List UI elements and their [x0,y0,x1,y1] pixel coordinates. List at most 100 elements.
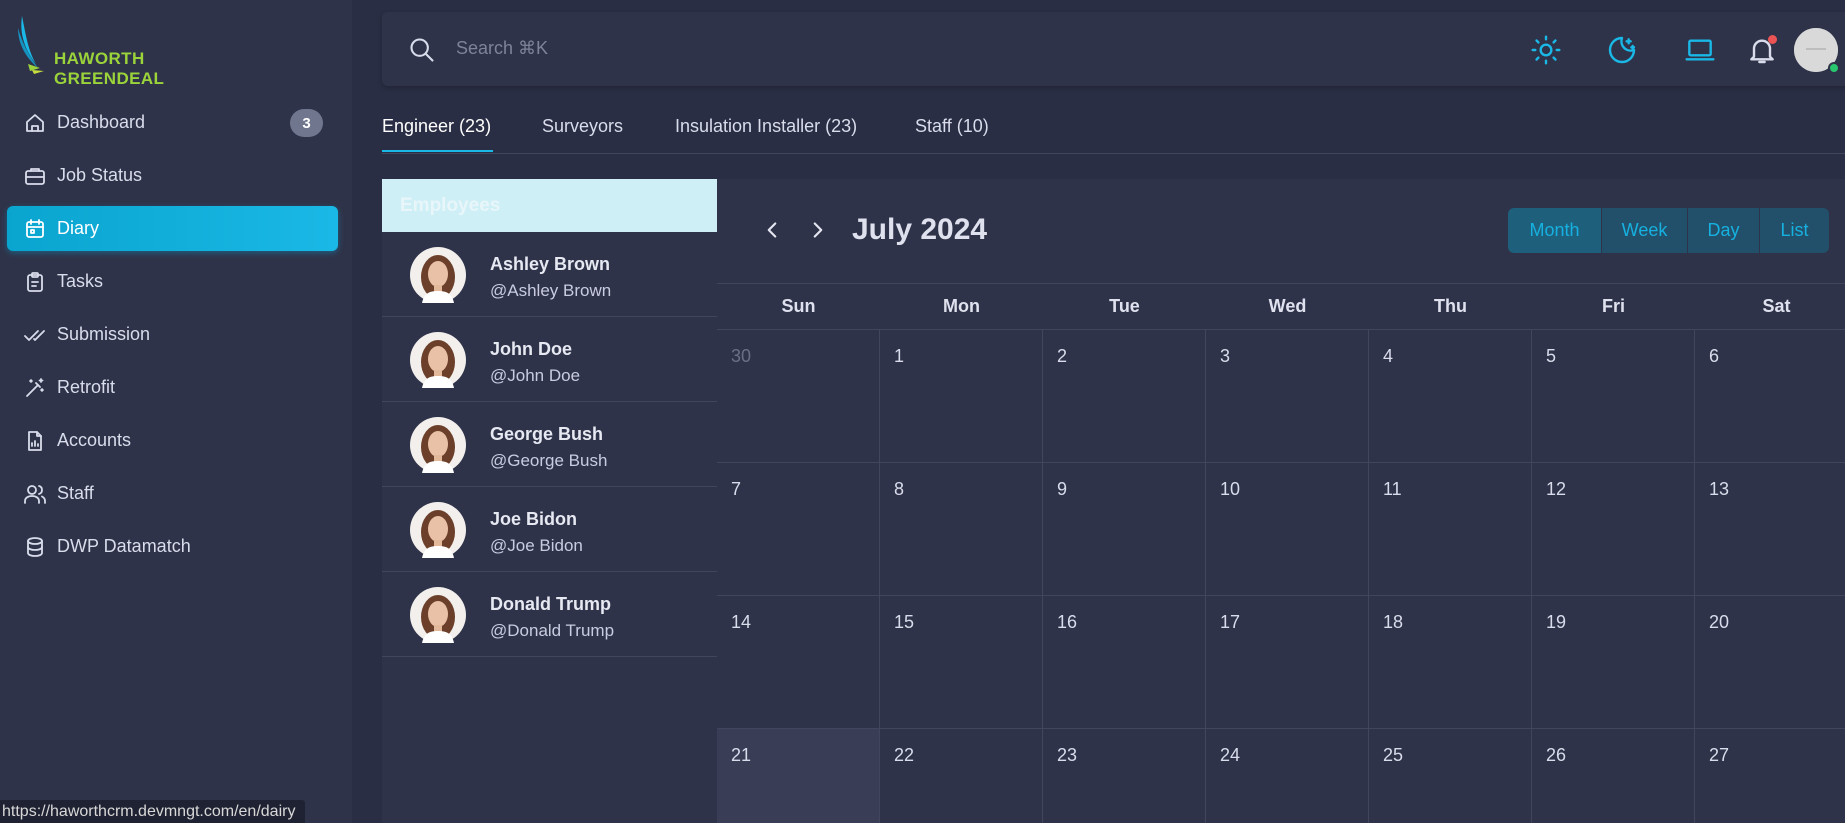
day-number: 20 [1709,612,1730,632]
employee-handle: @John Doe [490,366,581,385]
calendar-day-cell[interactable]: 1 [880,330,1043,463]
search-input[interactable] [456,30,956,66]
employees-header: Employees [382,179,717,232]
sidebar-item-label: DWP Datamatch [57,536,191,556]
employee-list-item[interactable]: John Doe @John Doe [382,317,717,402]
topbar [382,12,1845,86]
day-number: 21 [731,745,752,765]
sidebar-item-label: Submission [57,324,151,344]
employee-name: Donald Trump [490,594,611,614]
sidebar: HAWORTH GREENDEAL Dashboard 3 Job Status… [0,0,352,823]
sidebar-item-dwp-datamatch[interactable]: DWP Datamatch [7,524,338,569]
employee-list-item[interactable]: Ashley Brown @Ashley Brown [382,232,717,317]
day-of-week-label: Mon [943,296,980,316]
day-of-week-label: Thu [1434,296,1467,316]
tab-staff[interactable]: Staff (10) [915,116,989,154]
sidebar-item-label: Staff [57,483,94,503]
sidebar-item-submission[interactable]: Submission [7,312,338,357]
brand-logo[interactable]: HAWORTH GREENDEAL [18,16,258,88]
calendar-title: July 2024 [852,213,988,246]
calendar-day-cell[interactable]: 5 [1532,330,1695,463]
day-number: 22 [894,745,915,765]
day-number: 17 [1220,612,1241,632]
calendar-day-cell[interactable]: 7 [717,463,880,596]
calendar-day-cell[interactable]: 2 [1043,330,1206,463]
employee-handle: @George Bush [490,451,608,470]
sidebar-item-accounts[interactable]: Accounts [7,418,338,463]
employee-name: John Doe [490,339,573,359]
calendar-day-cell[interactable]: 26 [1532,729,1695,823]
day-number: 10 [1220,479,1241,499]
day-number: 6 [1709,346,1720,366]
day-of-week-label: Sun [781,296,816,316]
employee-avatar [410,332,466,388]
calendar-day-cell[interactable]: 10 [1206,463,1369,596]
view-week-button[interactable]: Week [1602,208,1688,253]
day-number: 4 [1383,346,1394,366]
day-of-week-label: Tue [1109,296,1140,316]
calendar-day-cell[interactable]: 16 [1043,596,1206,729]
calendar-day-cell[interactable]: 20 [1695,596,1845,729]
calendar-day-cell[interactable]: 13 [1695,463,1845,596]
calendar-day-cell[interactable]: 8 [880,463,1043,596]
calendar-day-cell[interactable]: 3 [1206,330,1369,463]
calendar-day-cell-today[interactable]: 21 [717,729,880,823]
sidebar-item-staff[interactable]: Staff [7,471,338,516]
day-number: 2 [1057,346,1068,366]
employee-list-item[interactable]: Joe Bidon @Joe Bidon [382,487,717,572]
employee-list-item[interactable]: Donald Trump @Donald Trump [382,572,717,657]
day-of-week-label: Fri [1601,296,1625,316]
day-number: 9 [1057,479,1068,499]
calendar-day-cell[interactable]: 19 [1532,596,1695,729]
chevron-left-icon[interactable] [759,217,785,243]
sidebar-item-tasks[interactable]: Tasks [7,259,338,304]
calendar-day-cell[interactable]: 17 [1206,596,1369,729]
calendar-day-cell[interactable]: 6 [1695,330,1845,463]
view-month-button[interactable]: Month [1508,208,1602,253]
calendar-day-cell[interactable]: 30 [717,330,880,463]
clipboard-icon [27,271,43,292]
calendar-day-cell[interactable]: 12 [1532,463,1695,596]
calendar-day-cell[interactable]: 22 [880,729,1043,823]
employee-list-item[interactable]: George Bush @George Bush [382,402,717,487]
day-of-week-label: Wed [1268,296,1307,316]
notification-dot [1768,35,1777,44]
calendar-day-cell[interactable]: 11 [1369,463,1532,596]
calendar-day-cell[interactable]: 15 [880,596,1043,729]
tab-surveyors[interactable]: Surveyors [542,116,623,154]
report-icon [28,430,42,451]
calendar-day-cell[interactable]: 14 [717,596,880,729]
notification-count-badge: 3 [290,109,323,137]
online-status-dot [1828,62,1840,74]
view-day-button[interactable]: Day [1688,208,1760,253]
laptop-icon[interactable] [1684,34,1716,66]
day-number: 30 [731,346,752,366]
moon-stars-icon[interactable] [1606,34,1638,66]
brand-name: HAWORTH GREENDEAL [54,49,165,88]
search-icon[interactable] [408,36,436,64]
calendar-day-cell[interactable]: 18 [1369,596,1532,729]
chevron-right-icon[interactable] [805,217,831,243]
sidebar-item-diary[interactable]: Diary [7,206,338,251]
sidebar-item-job-status[interactable]: Job Status [7,153,338,198]
calendar-view-switcher: Month Week Day List [1508,208,1829,253]
sun-icon[interactable] [1530,34,1562,66]
sidebar-item-retrofit[interactable]: Retrofit [7,365,338,410]
day-number: 7 [731,479,742,499]
calendar-day-cell[interactable]: 9 [1043,463,1206,596]
calendar-day-cell[interactable]: 27 [1695,729,1845,823]
calendar-day-cell[interactable]: 25 [1369,729,1532,823]
day-number: 15 [894,612,915,632]
employee-avatar [410,587,466,643]
calendar-day-cell[interactable]: 4 [1369,330,1532,463]
view-list-button[interactable]: List [1760,208,1829,253]
tab-engineer[interactable]: Engineer (23) [382,116,491,154]
employees-panel: Employees Ashley Brown @Ashley Brown Joh… [382,179,717,823]
employee-handle: @Ashley Brown [490,281,612,300]
day-number: 11 [1383,479,1402,499]
sidebar-item-dashboard[interactable]: Dashboard 3 [7,100,338,145]
calendar-day-cell[interactable]: 24 [1206,729,1369,823]
tab-insulation-installer[interactable]: Insulation Installer (23) [675,116,857,154]
briefcase-icon [25,167,45,185]
calendar-day-cell[interactable]: 23 [1043,729,1206,823]
